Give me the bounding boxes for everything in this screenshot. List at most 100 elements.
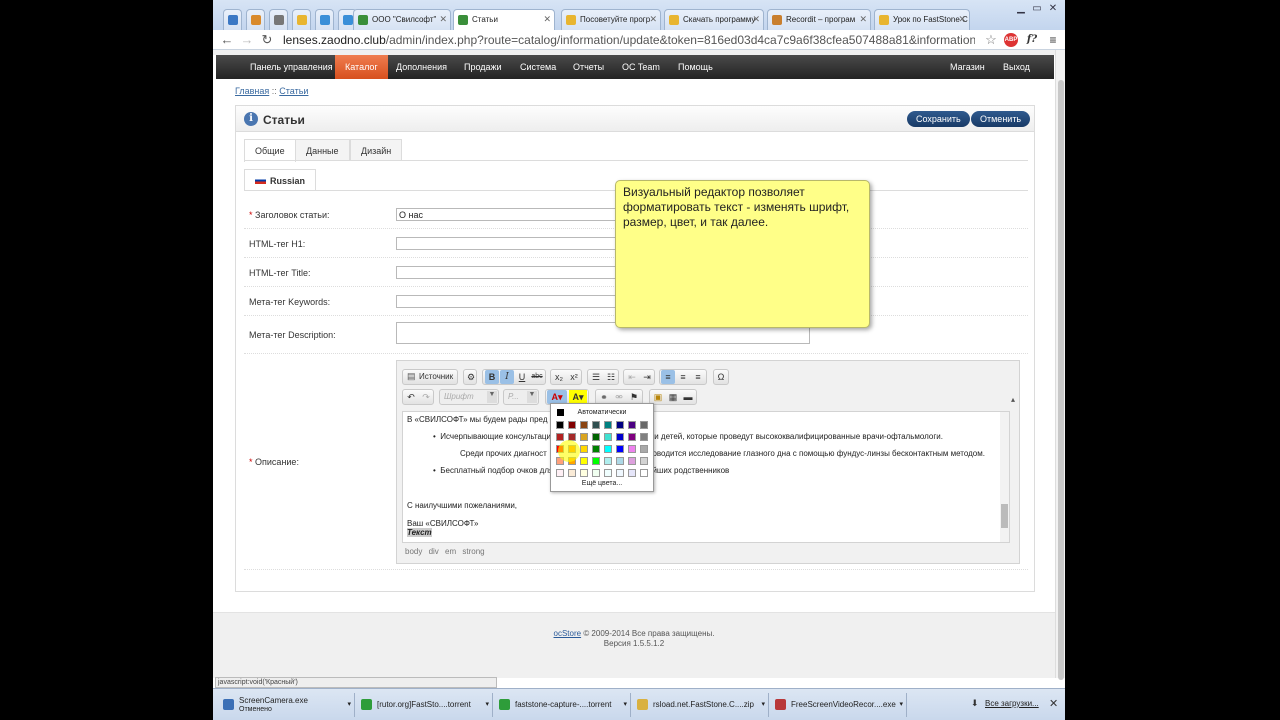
color-swatch[interactable] — [556, 433, 564, 441]
menu-icon[interactable]: ≡ — [1047, 33, 1059, 47]
language-tab[interactable]: Russian — [244, 169, 317, 191]
color-swatch[interactable] — [640, 469, 648, 477]
more-colors-option[interactable]: Ещё цвета... — [551, 480, 653, 487]
color-swatch[interactable] — [592, 445, 600, 453]
download-item[interactable]: rsload.net.FastStone.C....zip ▾ — [631, 693, 769, 717]
element-path[interactable]: body div em strong — [405, 547, 485, 556]
maximize-icon[interactable]: ▭ — [1029, 3, 1045, 14]
numbered-list-icon[interactable]: ☰ — [589, 370, 603, 384]
browser-tab[interactable]: Скачать программу ✕ — [664, 9, 764, 30]
italic-button[interactable]: I — [500, 370, 514, 384]
bg-color-button[interactable]: A▾ — [569, 390, 587, 404]
forward-icon[interactable]: → — [239, 32, 255, 48]
source-button[interactable]: ▤ Источник — [402, 369, 458, 385]
pinned-tab[interactable] — [223, 9, 242, 30]
close-icon[interactable]: ✕ — [958, 14, 966, 25]
window-close-icon[interactable]: ✕ — [1045, 3, 1061, 14]
editor-content[interactable]: В «СВИЛСОФТ» мы будем рады пред • Исчерп… — [402, 411, 1010, 543]
color-swatch[interactable] — [604, 457, 612, 465]
image-icon[interactable]: ▣ — [651, 390, 665, 404]
color-swatch[interactable] — [604, 469, 612, 477]
bullet-list-icon[interactable]: ☷ — [604, 370, 618, 384]
nav-dashboard[interactable]: Панель управления — [240, 55, 343, 79]
align-right-icon[interactable]: ≡ — [691, 370, 705, 384]
color-swatch[interactable] — [580, 469, 588, 477]
auto-color-option[interactable]: Автоматически — [553, 407, 651, 418]
unlink-icon[interactable]: ⚮ — [612, 390, 626, 404]
underline-button[interactable]: U — [515, 370, 529, 384]
download-item[interactable]: faststone-capture-....torrent ▾ — [493, 693, 631, 717]
table-icon[interactable]: ▦ — [666, 390, 680, 404]
editor-scrollbar[interactable] — [1000, 412, 1009, 542]
close-icon[interactable]: ✕ — [543, 14, 551, 25]
footer-link[interactable]: ocStore — [554, 629, 582, 638]
nav-extensions[interactable]: Дополнения — [386, 55, 457, 79]
color-swatch[interactable] — [640, 445, 648, 453]
tab-general[interactable]: Общие — [244, 139, 296, 162]
outdent-icon[interactable]: ⇤ — [625, 370, 639, 384]
collapse-toolbar-icon[interactable]: ▴ — [1011, 395, 1015, 404]
reload-icon[interactable]: ↻ — [259, 32, 275, 48]
color-swatch[interactable] — [604, 433, 612, 441]
color-swatch[interactable] — [568, 469, 576, 477]
browser-tab-active[interactable]: Статьи ✕ — [453, 9, 555, 31]
breadcrumb-home[interactable]: Главная — [235, 86, 269, 96]
scrollbar-thumb[interactable] — [1001, 504, 1008, 528]
show-blocks-button[interactable]: ⚙ — [463, 369, 477, 385]
nav-system[interactable]: Система — [510, 55, 566, 79]
color-swatch[interactable] — [556, 469, 564, 477]
browser-tab[interactable]: Урок по FastStone C ✕ — [874, 9, 970, 30]
adblock-icon[interactable]: ABP — [1004, 33, 1018, 47]
browser-tab[interactable]: Recordit – програм ✕ — [767, 9, 871, 30]
special-char-button[interactable]: Ω — [713, 369, 729, 385]
pinned-tab[interactable] — [292, 9, 311, 30]
link-icon[interactable]: ⚭ — [597, 390, 611, 404]
color-swatch[interactable] — [604, 445, 612, 453]
indent-icon[interactable]: ⇥ — [640, 370, 654, 384]
download-item[interactable]: [rutor.org]FastSto....torrent ▾ — [355, 693, 493, 717]
page-scrollbar[interactable] — [1055, 50, 1065, 680]
download-item[interactable]: ScreenCamera.exe Отменено ▾ — [217, 693, 355, 717]
color-swatch[interactable] — [640, 433, 648, 441]
tab-design[interactable]: Дизайн — [350, 139, 403, 161]
extension-icon[interactable]: f? — [1023, 33, 1041, 47]
font-select[interactable]: Шрифт ▼ — [439, 389, 499, 405]
color-swatch[interactable] — [592, 457, 600, 465]
color-swatch[interactable] — [556, 421, 564, 429]
close-icon[interactable]: ✕ — [752, 14, 760, 25]
color-swatch[interactable] — [580, 421, 588, 429]
chevron-down-icon[interactable]: ▾ — [623, 700, 627, 708]
close-icon[interactable]: ✕ — [1049, 697, 1058, 710]
size-select[interactable]: Р... ▼ — [503, 389, 539, 405]
color-swatch[interactable] — [568, 421, 576, 429]
color-swatch[interactable] — [580, 433, 588, 441]
close-icon[interactable]: ✕ — [439, 14, 447, 25]
nav-reports[interactable]: Отчеты — [563, 55, 614, 79]
all-downloads-link[interactable]: Все загрузки... — [985, 699, 1039, 708]
color-swatch[interactable] — [592, 433, 600, 441]
strike-button[interactable]: abc — [530, 370, 544, 384]
color-swatch[interactable] — [628, 469, 636, 477]
chevron-down-icon[interactable]: ▾ — [899, 700, 903, 708]
color-swatch[interactable] — [580, 445, 588, 453]
url-field[interactable]: lenses.zaodno.club/admin/index.php?route… — [281, 31, 975, 49]
color-swatch[interactable] — [604, 421, 612, 429]
pinned-tab[interactable] — [269, 9, 288, 30]
nav-oc-team[interactable]: OC Team — [612, 55, 670, 79]
color-swatch[interactable] — [616, 433, 624, 441]
chevron-down-icon[interactable]: ▾ — [761, 700, 765, 708]
nav-sales[interactable]: Продажи — [454, 55, 512, 79]
color-swatch[interactable] — [628, 445, 636, 453]
color-swatch[interactable] — [592, 421, 600, 429]
chevron-down-icon[interactable]: ▾ — [485, 700, 489, 708]
tab-data[interactable]: Данные — [295, 139, 350, 161]
color-swatch[interactable] — [628, 433, 636, 441]
browser-tab[interactable]: Посоветуйте прогр ✕ — [561, 9, 661, 30]
close-icon[interactable]: ✕ — [649, 14, 657, 25]
color-swatch[interactable] — [640, 457, 648, 465]
color-swatch[interactable] — [628, 457, 636, 465]
nav-logout[interactable]: Выход — [993, 55, 1040, 79]
back-icon[interactable]: ← — [219, 32, 235, 48]
color-swatch[interactable] — [640, 421, 648, 429]
hr-icon[interactable]: ▬ — [681, 390, 695, 404]
